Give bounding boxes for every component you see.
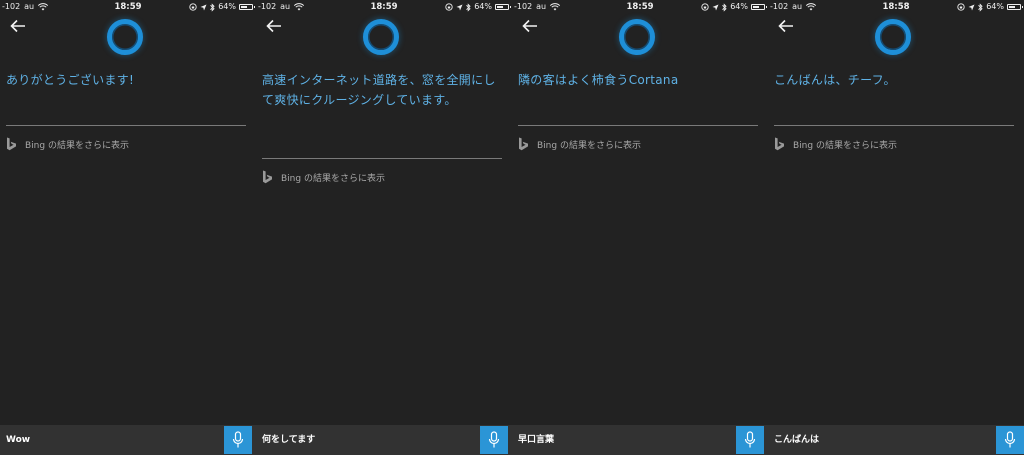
divider — [6, 125, 246, 126]
query-text[interactable]: 何をしてます — [262, 425, 315, 455]
query-bar: 何をしてます — [256, 425, 512, 455]
battery-icon — [239, 4, 255, 10]
query-text[interactable]: 早口言葉 — [518, 425, 554, 455]
microphone-button[interactable] — [480, 426, 508, 454]
bing-logo-icon — [519, 137, 528, 151]
location-icon — [200, 4, 207, 10]
battery-percent: 64% — [986, 2, 1004, 11]
cortana-response: こんばんは、チーフ。 — [774, 73, 896, 87]
status-bar: -102 au 18:59 64% — [0, 0, 256, 14]
orientation-lock-icon — [957, 3, 965, 11]
divider — [262, 158, 502, 159]
bing-more-results-link[interactable]: Bing の結果をさらに表示 — [774, 137, 897, 151]
battery-percent: 64% — [730, 2, 748, 11]
orientation-lock-icon — [189, 3, 197, 11]
query-bar: こんばんは — [768, 425, 1024, 455]
bluetooth-icon — [466, 2, 471, 12]
orientation-lock-icon — [445, 3, 453, 11]
status-bar: -102 au 18:59 64% — [512, 0, 768, 14]
location-icon — [712, 4, 719, 10]
microphone-icon — [744, 431, 756, 448]
microphone-icon — [1004, 431, 1016, 448]
cortana-response: 隣の客はよく柿食うCortana — [518, 73, 679, 87]
cortana-ring-icon — [619, 19, 655, 55]
location-icon — [968, 4, 975, 10]
bluetooth-icon — [722, 2, 727, 12]
battery-level — [753, 6, 760, 8]
microphone-icon — [488, 431, 500, 448]
screenshot-collage: -102 au 18:59 64% ありがとうございます! Bing の結果をさ… — [0, 0, 1024, 455]
bing-link-label: Bing の結果をさらに表示 — [537, 140, 641, 151]
cortana-screen-1: -102 au 18:59 64% ありがとうございます! Bing の結果をさ… — [0, 0, 256, 455]
divider — [774, 125, 1014, 126]
bing-logo-icon — [263, 170, 272, 184]
query-bar: Wow — [0, 425, 256, 455]
bluetooth-icon — [978, 2, 983, 12]
back-arrow-icon[interactable] — [520, 16, 540, 36]
query-bar: 早口言葉 — [512, 425, 768, 455]
microphone-button[interactable] — [224, 426, 252, 454]
battery-percent: 64% — [474, 2, 492, 11]
cortana-screen-2: -102 au 18:59 64% 高速インターネット道路を、窓を全開にして爽快… — [256, 0, 512, 455]
cortana-screen-4: -102 au 18:58 64% こんばんは、チーフ。 Bing の結果をさら… — [768, 0, 1024, 455]
bing-more-results-link[interactable]: Bing の結果をさらに表示 — [518, 137, 641, 151]
bing-link-label: Bing の結果をさらに表示 — [25, 140, 129, 151]
back-arrow-icon[interactable] — [8, 16, 28, 36]
cortana-ring-icon — [875, 19, 911, 55]
battery-icon — [495, 4, 511, 10]
battery-icon — [751, 4, 767, 10]
status-bar: -102 au 18:59 64% — [256, 0, 512, 14]
location-icon — [456, 4, 463, 10]
cortana-ring-icon — [107, 19, 143, 55]
query-text[interactable]: こんばんは — [774, 425, 819, 455]
bing-link-label: Bing の結果をさらに表示 — [793, 140, 897, 151]
bluetooth-icon — [210, 2, 215, 12]
bing-logo-icon — [7, 137, 16, 151]
query-text[interactable]: Wow — [6, 425, 30, 455]
microphone-icon — [232, 431, 244, 448]
status-bar: -102 au 18:58 64% — [768, 0, 1024, 14]
divider — [518, 125, 758, 126]
battery-percent: 64% — [218, 2, 236, 11]
cortana-response: 高速インターネット道路を、窓を全開にして爽快にクルージングしています。 — [262, 73, 496, 107]
orientation-lock-icon — [701, 3, 709, 11]
microphone-button[interactable] — [996, 426, 1024, 454]
bing-more-results-link[interactable]: Bing の結果をさらに表示 — [262, 170, 385, 184]
back-arrow-icon[interactable] — [264, 16, 284, 36]
bing-logo-icon — [775, 137, 784, 151]
bing-more-results-link[interactable]: Bing の結果をさらに表示 — [6, 137, 129, 151]
battery-level — [241, 6, 248, 8]
microphone-button[interactable] — [736, 426, 764, 454]
battery-level — [497, 6, 504, 8]
battery-level — [1009, 6, 1016, 8]
battery-icon — [1007, 4, 1023, 10]
cortana-screen-3: -102 au 18:59 64% 隣の客はよく柿食うCortana Bing … — [512, 0, 768, 455]
back-arrow-icon[interactable] — [776, 16, 796, 36]
bing-link-label: Bing の結果をさらに表示 — [281, 173, 385, 184]
cortana-ring-icon — [363, 19, 399, 55]
cortana-response: ありがとうございます! — [6, 73, 135, 87]
